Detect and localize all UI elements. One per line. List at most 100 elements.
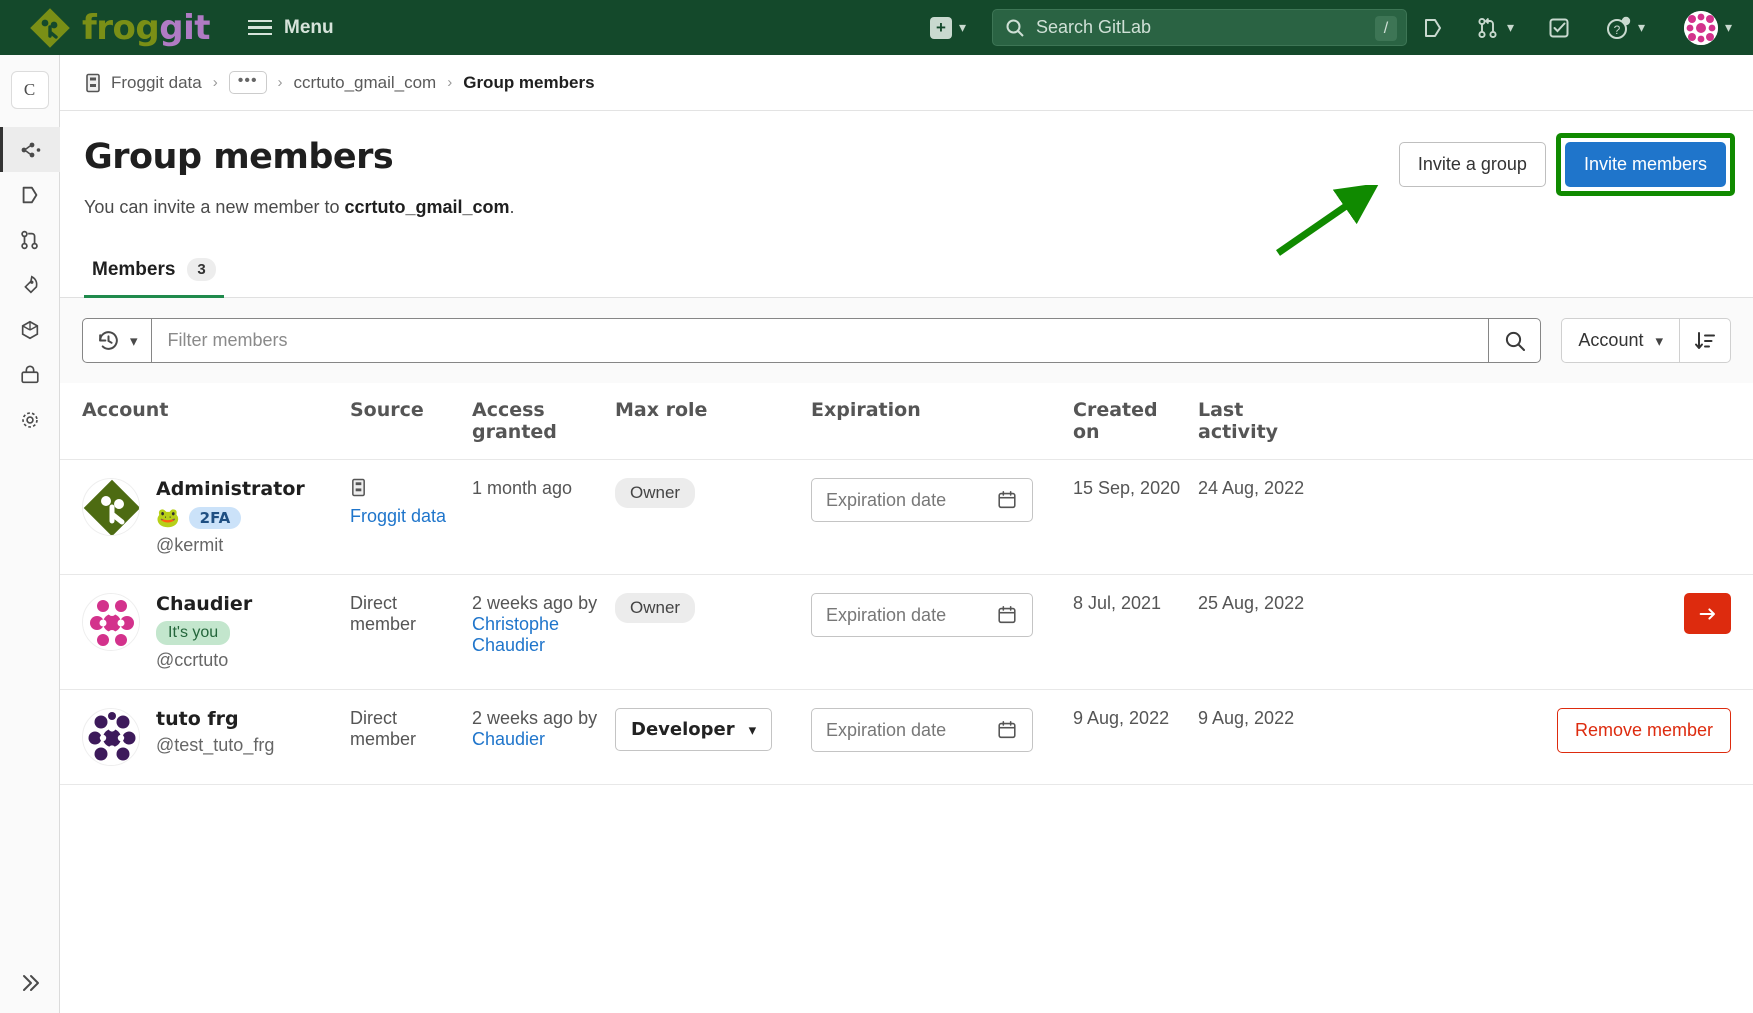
user-menu-button[interactable]: ▾ xyxy=(1663,0,1753,55)
member-last-activity-cell: 9 Aug, 2022 xyxy=(1198,689,1328,784)
history-clock-icon xyxy=(99,331,118,350)
remove-member-button[interactable]: Remove member xyxy=(1556,708,1731,753)
member-last-activity-cell: 24 Aug, 2022 xyxy=(1198,459,1328,575)
avatar xyxy=(82,593,140,651)
member-name[interactable]: Administrator xyxy=(156,478,305,500)
member-actions-cell: Remove member xyxy=(1328,689,1753,784)
sort-field-label: Account xyxy=(1578,330,1644,350)
members-table: Account Source Access granted Max role E… xyxy=(60,383,1753,784)
member-access-granted-cell: 1 month ago xyxy=(472,459,615,575)
member-max-role-cell: Developer ▾ xyxy=(615,689,811,784)
access-granted-time: 2 weeks ago by xyxy=(472,593,598,613)
filter-search-button[interactable] xyxy=(1488,319,1540,362)
expiration-date-placeholder: Expiration date xyxy=(826,604,947,625)
column-header-source: Source xyxy=(350,399,424,421)
sidebar-item-packages-registries[interactable] xyxy=(0,352,60,397)
role-badge: Owner xyxy=(615,478,696,508)
issues-icon xyxy=(22,186,38,203)
help-nav-button[interactable]: ? ▾ xyxy=(1587,0,1663,55)
its-you-badge: It's you xyxy=(156,621,231,645)
sidebar-context-avatar[interactable]: C xyxy=(10,71,49,109)
table-row: tuto frg @test_tuto_frg Direct member 2 … xyxy=(60,689,1753,784)
chevron-down-icon: ▾ xyxy=(1655,332,1663,350)
todos-nav-button[interactable] xyxy=(1531,0,1587,55)
expiration-date-picker[interactable]: Expiration date xyxy=(811,478,1033,522)
chevron-down-icon: ▾ xyxy=(130,332,138,350)
invite-a-group-button[interactable]: Invite a group xyxy=(1398,142,1546,187)
top-navbar: froggit Menu + ▾ / xyxy=(0,0,1753,55)
search-input[interactable] xyxy=(1034,16,1334,39)
column-header-expiration: Expiration xyxy=(811,399,921,421)
main-content: Froggit data › ••• › ccrtuto_gmail_com ›… xyxy=(60,55,1753,1013)
member-expiration-cell: Expiration date xyxy=(811,689,1073,784)
filter-members-input[interactable] xyxy=(151,329,1489,352)
sidebar-item-settings[interactable] xyxy=(0,397,60,442)
max-role-value: Developer xyxy=(631,719,735,740)
sidebar-item-ci-cd[interactable] xyxy=(0,262,60,307)
left-sidebar: C xyxy=(0,55,60,1013)
access-granted-time: 2 weeks ago by xyxy=(472,708,598,728)
calendar-icon xyxy=(998,605,1016,624)
member-actions-cell xyxy=(1328,459,1753,575)
access-granted-by-link[interactable]: Christophe Chaudier xyxy=(472,614,559,655)
package-box-icon xyxy=(21,364,39,383)
tab-members[interactable]: Members 3 xyxy=(84,258,224,298)
member-handle[interactable]: @test_tuto_frg xyxy=(156,735,274,756)
chevron-down-icon: ▾ xyxy=(958,19,966,35)
member-source-link[interactable]: Froggit data xyxy=(350,506,446,526)
calendar-icon xyxy=(998,490,1016,509)
breadcrumb-item-0[interactable]: Froggit data xyxy=(111,73,202,93)
member-actions-cell xyxy=(1328,574,1753,690)
svg-text:?: ? xyxy=(1614,23,1621,37)
expiration-date-picker[interactable]: Expiration date xyxy=(811,593,1033,637)
member-created-on-cell: 15 Sep, 2020 xyxy=(1073,459,1198,575)
filter-members-group: ▾ xyxy=(82,318,1542,363)
new-dropdown-button[interactable]: + ▾ xyxy=(929,0,966,55)
column-header-max-role: Max role xyxy=(615,399,708,421)
frog-emoji-icon: 🐸 xyxy=(156,508,180,529)
sidebar-item-kubernetes[interactable] xyxy=(0,307,60,352)
leave-arrow-icon xyxy=(1699,607,1715,620)
member-source-cell: Direct member xyxy=(350,574,472,690)
sort-controls: Account ▾ xyxy=(1561,318,1731,363)
member-handle[interactable]: @kermit xyxy=(156,535,305,556)
access-granted-by-link[interactable]: Chaudier xyxy=(472,729,545,749)
sort-field-dropdown[interactable]: Account ▾ xyxy=(1561,318,1679,363)
group-icon xyxy=(350,478,462,502)
global-search[interactable]: / xyxy=(992,9,1407,46)
expiration-date-placeholder: Expiration date xyxy=(826,719,947,740)
member-max-role-cell: Owner xyxy=(615,574,811,690)
sidebar-item-group-overview[interactable] xyxy=(0,127,60,172)
member-name[interactable]: tuto frg xyxy=(156,708,274,730)
member-handle[interactable]: @ccrtuto xyxy=(156,650,252,671)
page-subtitle: You can invite a new member to ccrtuto_g… xyxy=(84,197,1729,218)
gear-icon xyxy=(22,411,38,428)
member-account-cell: tuto frg @test_tuto_frg xyxy=(60,689,350,784)
brand-logo-link[interactable]: froggit xyxy=(30,8,211,48)
avatar xyxy=(82,478,140,536)
merge-requests-nav-button[interactable]: ▾ xyxy=(1459,0,1531,55)
leave-group-button[interactable] xyxy=(1684,593,1731,634)
breadcrumb-item-2[interactable]: ccrtuto_gmail_com xyxy=(294,73,437,93)
sidebar-item-issues[interactable] xyxy=(0,172,60,217)
max-role-dropdown[interactable]: Developer ▾ xyxy=(615,708,773,751)
todo-checkbox-icon xyxy=(1549,18,1569,37)
main-menu-button[interactable]: Menu xyxy=(248,17,334,39)
issues-nav-button[interactable] xyxy=(1407,0,1459,55)
package-cube-icon xyxy=(21,320,39,339)
invite-members-button[interactable]: Invite members xyxy=(1564,142,1726,187)
breadcrumb: Froggit data › ••• › ccrtuto_gmail_com ›… xyxy=(60,55,1753,111)
filter-history-dropdown[interactable]: ▾ xyxy=(83,319,152,362)
chevron-down-icon: ▾ xyxy=(1637,19,1646,35)
role-badge: Owner xyxy=(615,593,696,623)
sort-direction-button[interactable] xyxy=(1679,318,1731,363)
chevron-down-icon: ▾ xyxy=(1506,19,1515,35)
breadcrumb-ellipsis-button[interactable]: ••• xyxy=(228,71,267,94)
search-shortcut-key: / xyxy=(1375,16,1397,41)
member-access-granted-cell: 2 weeks ago by Christophe Chaudier xyxy=(472,574,615,690)
sidebar-item-merge-requests[interactable] xyxy=(0,217,60,262)
sidebar-collapse-button[interactable] xyxy=(0,971,60,995)
member-name[interactable]: Chaudier xyxy=(156,593,252,615)
table-header-row: Account Source Access granted Max role E… xyxy=(60,383,1753,460)
expiration-date-picker[interactable]: Expiration date xyxy=(811,708,1033,752)
